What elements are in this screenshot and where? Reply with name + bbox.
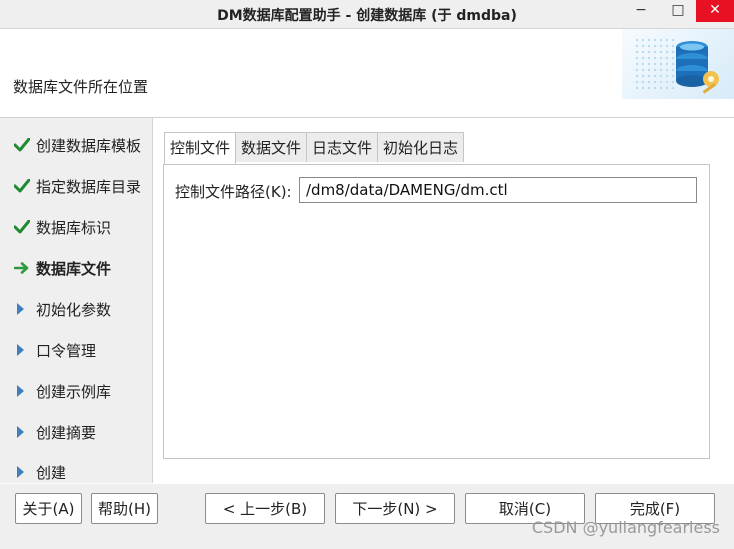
check-icon bbox=[14, 138, 36, 152]
triangle-right-icon bbox=[14, 343, 36, 357]
next-button[interactable]: 下一步(N) > bbox=[335, 493, 455, 524]
step-item-summary: 创建摘要 bbox=[14, 420, 96, 444]
step-item-create: 创建 bbox=[14, 460, 66, 483]
triangle-right-icon bbox=[14, 384, 36, 398]
control-file-panel: 控制文件路径(K): bbox=[163, 164, 710, 459]
header-illustration bbox=[622, 29, 734, 99]
minimize-button[interactable]: − bbox=[627, 0, 655, 22]
check-icon bbox=[14, 179, 36, 193]
step-label: 初始化参数 bbox=[36, 300, 112, 319]
page-title: 数据库文件所在位置 bbox=[13, 78, 149, 96]
step-item-init-params: 初始化参数 bbox=[14, 297, 111, 321]
step-label: 创建数据库模板 bbox=[36, 136, 142, 155]
step-item-password: 口令管理 bbox=[14, 338, 96, 362]
close-button[interactable]: ✕ bbox=[696, 0, 734, 22]
step-label: 数据库标识 bbox=[36, 218, 112, 237]
step-item-directory: 指定数据库目录 bbox=[14, 174, 141, 198]
step-label: 数据库文件 bbox=[36, 259, 112, 278]
help-button[interactable]: 帮助(H) bbox=[91, 493, 158, 524]
control-file-path-input[interactable] bbox=[299, 177, 697, 203]
step-item-identity: 数据库标识 bbox=[14, 215, 111, 239]
step-item-files: 数据库文件 bbox=[14, 256, 111, 280]
arrow-right-icon bbox=[14, 262, 36, 274]
title-bar: DM数据库配置助手 - 创建数据库 (于 dmdba) − □ ✕ bbox=[0, 0, 734, 29]
about-button[interactable]: 关于(A) bbox=[15, 493, 82, 524]
step-list: 创建数据库模板 指定数据库目录 数据库标识 数据库文件 初始化参数 口令管理 创… bbox=[0, 118, 150, 483]
window-title: DM数据库配置助手 - 创建数据库 (于 dmdba) bbox=[217, 8, 517, 24]
step-item-template: 创建数据库模板 bbox=[14, 133, 141, 157]
tab-log-file[interactable]: 日志文件 bbox=[306, 132, 379, 162]
step-label: 指定数据库目录 bbox=[36, 177, 142, 196]
check-icon bbox=[14, 220, 36, 234]
triangle-right-icon bbox=[14, 302, 36, 316]
wizard-header: 数据库文件所在位置 bbox=[0, 29, 734, 118]
tab-data-file[interactable]: 数据文件 bbox=[235, 132, 308, 162]
triangle-right-icon bbox=[14, 465, 36, 479]
tab-control-file[interactable]: 控制文件 bbox=[164, 132, 237, 164]
content-panel: 控制文件 数据文件 日志文件 初始化日志 控制文件路径(K): bbox=[152, 118, 734, 483]
step-label: 创建示例库 bbox=[36, 382, 112, 401]
prev-button[interactable]: < 上一步(B) bbox=[205, 493, 325, 524]
watermark: CSDN @yuliangfearless bbox=[531, 518, 720, 537]
wizard-body: 创建数据库模板 指定数据库目录 数据库标识 数据库文件 初始化参数 口令管理 创… bbox=[0, 118, 734, 483]
file-tabs: 控制文件 数据文件 日志文件 初始化日志 bbox=[164, 132, 465, 164]
control-file-path-label: 控制文件路径(K): bbox=[175, 183, 292, 201]
maximize-button[interactable]: □ bbox=[664, 0, 692, 22]
button-bar: 关于(A) 帮助(H) < 上一步(B) 下一步(N) > 取消(C) 完成(F… bbox=[0, 484, 734, 549]
step-label: 创建摘要 bbox=[36, 423, 97, 442]
step-item-sample-db: 创建示例库 bbox=[14, 379, 111, 403]
tab-init-log[interactable]: 初始化日志 bbox=[377, 132, 465, 162]
step-label: 口令管理 bbox=[36, 341, 97, 360]
database-gear-icon bbox=[676, 41, 719, 94]
step-label: 创建 bbox=[36, 463, 67, 482]
triangle-right-icon bbox=[14, 425, 36, 439]
